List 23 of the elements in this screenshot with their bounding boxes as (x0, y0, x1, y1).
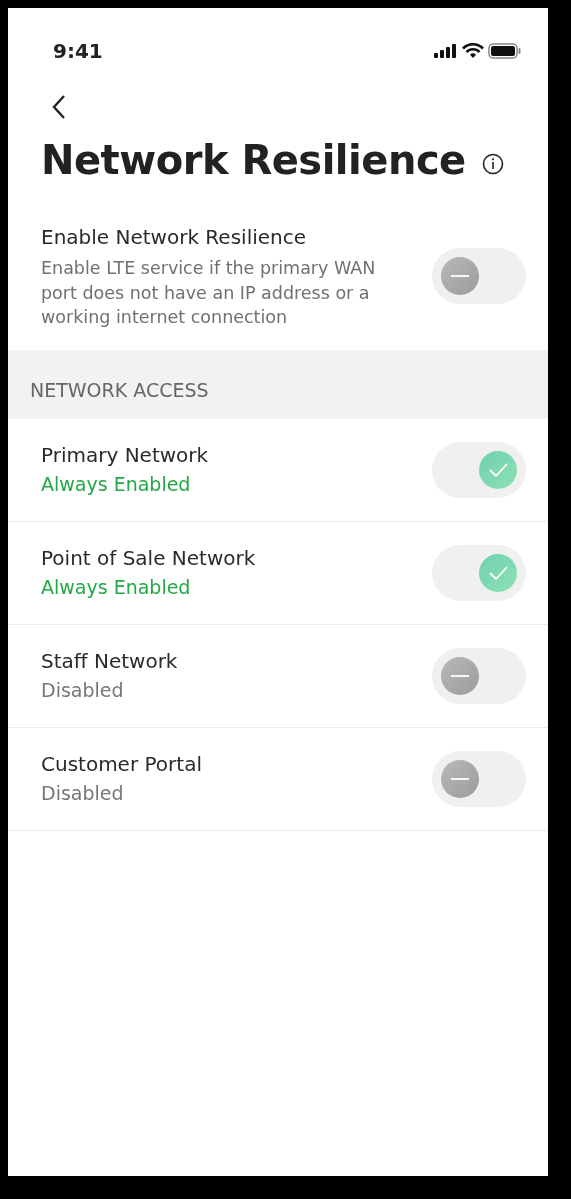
network-label: Primary Network (41, 442, 209, 470)
signal-icon (434, 44, 458, 58)
wifi-icon (462, 43, 484, 59)
network-label: Point of Sale Network (41, 545, 256, 573)
network-status: Always Enabled (41, 575, 192, 601)
network-status: Disabled (41, 781, 125, 807)
check-icon (488, 565, 508, 580)
minus-icon (451, 777, 469, 780)
check-icon (488, 462, 508, 477)
setting-label: Enable Network Resilience (41, 224, 308, 251)
page-title: Network Resilience (41, 136, 466, 185)
minus-icon (451, 674, 469, 677)
minus-icon (451, 274, 469, 277)
network-status: Disabled (41, 678, 125, 704)
setting-description: Enable LTE service if the primary WAN port does not have an IP address or a working internet connection (41, 257, 377, 329)
network-label: Customer Portal (41, 751, 202, 779)
section-header: NETWORK ACCESS (8, 349, 548, 419)
network-label: Staff Network (41, 648, 178, 676)
back-icon[interactable] (52, 94, 66, 120)
battery-icon (488, 43, 522, 59)
info-icon[interactable] (481, 153, 504, 175)
network-status: Always Enabled (41, 472, 192, 498)
status-time: 9:41 (53, 38, 103, 65)
